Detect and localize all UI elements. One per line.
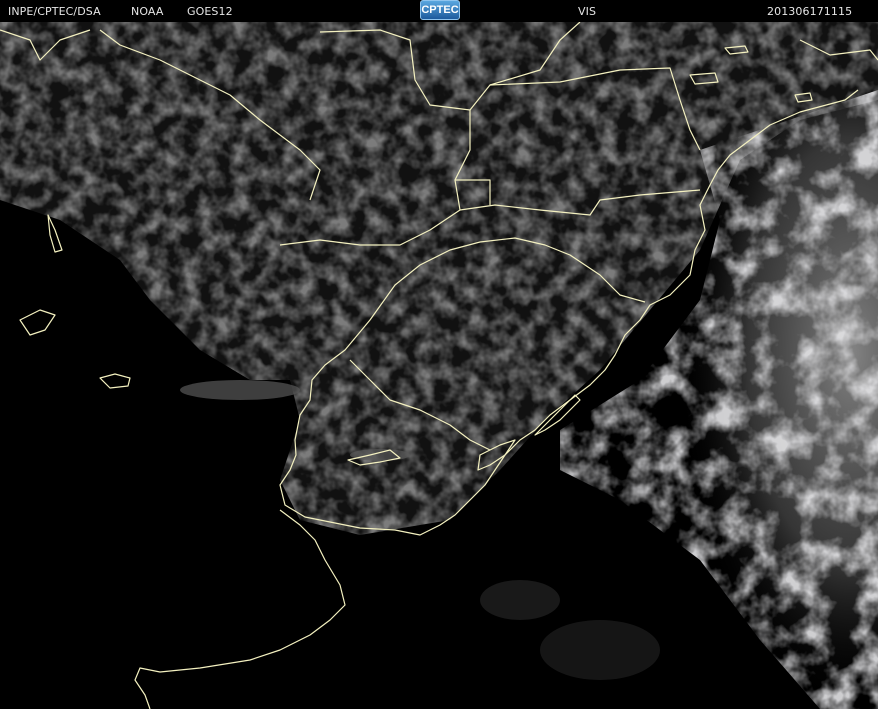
satellite-label: GOES12 [187,5,233,18]
island-4 [47,214,63,253]
island-2 [19,309,56,336]
image-header: INPE/CPTEC/DSA NOAA GOES12 CPTEC VIS 201… [0,0,878,22]
agency-label: NOAA [131,5,164,18]
satellite-image [0,22,878,709]
cptec-logo: CPTEC [420,0,460,20]
cptec-logo-text: CPTEC [421,4,459,16]
island-1 [99,373,131,389]
satellite-image-svg [0,22,878,709]
organization-label: INPE/CPTEC/DSA [8,5,101,18]
channel-label: VIS [578,5,597,18]
timestamp-label: 201306171115 [767,5,853,18]
argentina-coastline [134,509,346,709]
